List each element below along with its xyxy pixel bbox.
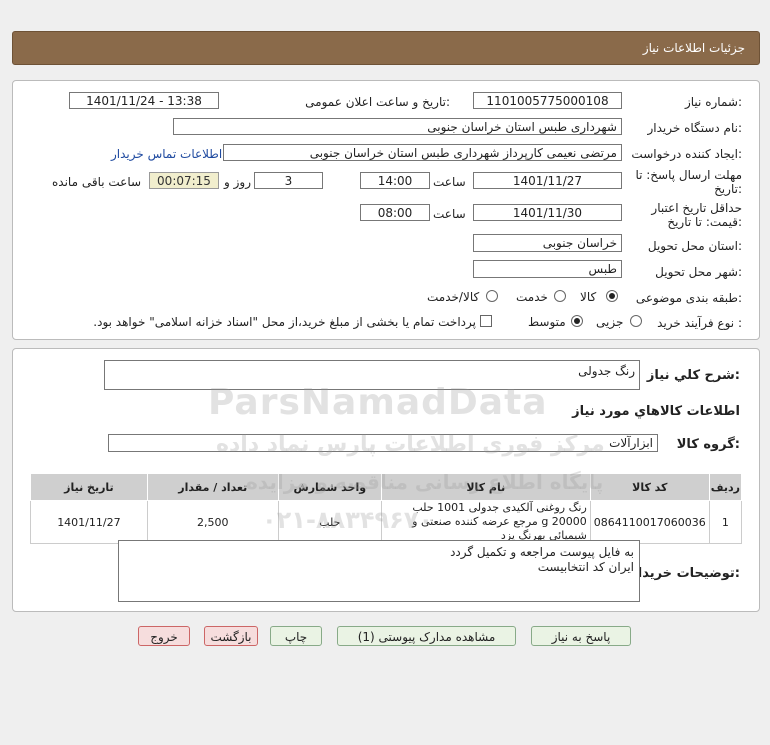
validity-label: حداقل تاریخ اعتبار xyxy=(651,201,742,215)
validity-label-2: قیمت: تا تاریخ: xyxy=(667,215,742,229)
need-number-label: شماره نیاز: xyxy=(684,95,742,109)
category-goods-service-radio[interactable] xyxy=(486,290,498,302)
col-name: نام کالا xyxy=(380,473,591,501)
col-code: کد کالا xyxy=(589,473,710,501)
process-label: نوع فرآیند خرید : xyxy=(657,316,742,330)
creator-field: مرتضی نعیمی کارپرداز شهرداری طبس استان خ… xyxy=(223,144,622,161)
reply-button[interactable]: پاسخ به نیاز xyxy=(531,626,631,646)
cell-name: رنگ روغنی آلکیدی جدولی 1001 حلب 20000 g … xyxy=(380,500,591,544)
deadline-date-field: 1401/11/27 xyxy=(473,172,622,189)
need-description-label: شرح کلي نياز: xyxy=(646,368,740,383)
deadline-time-label: ساعت xyxy=(433,175,466,189)
city-label: شهر محل تحویل: xyxy=(655,265,742,279)
goods-group-field: ابزارآلات xyxy=(108,434,658,452)
days-label: روز و xyxy=(224,175,251,189)
validity-time-field: 08:00 xyxy=(360,204,430,221)
province-field: خراسان جنوبی xyxy=(473,234,622,252)
col-row: ردیف xyxy=(708,473,743,501)
goods-table: ردیف کد کالا نام کالا واحد شمارش تعداد /… xyxy=(30,473,743,544)
province-label: استان محل تحویل: xyxy=(647,239,742,253)
process-medium-label: متوسط xyxy=(528,315,566,329)
col-unit: واحد شمارش xyxy=(277,473,382,501)
need-description-field: رنگ جدولی xyxy=(104,360,640,390)
category-goods-label: کالا xyxy=(580,290,597,304)
announce-field: 1401/11/24 - 13:38 xyxy=(69,92,219,109)
buyer-notes-line-1: به فایل پیوست مراجعه و تکمیل گردد xyxy=(450,545,634,559)
announce-label: تاریخ و ساعت اعلان عمومی: xyxy=(305,95,450,109)
creator-label: ایجاد کننده درخواست: xyxy=(631,147,742,161)
process-minor-label: جزیی xyxy=(596,315,624,329)
category-service-label: خدمت xyxy=(516,290,548,304)
remaining-time-label: ساعت باقی مانده xyxy=(52,175,142,189)
process-medium-radio[interactable] xyxy=(571,315,583,327)
buyer-org-field: شهرداری طبس استان خراسان جنوبی xyxy=(173,118,622,135)
buyer-notes-box: به فایل پیوست مراجعه و تکمیل گردد ایران … xyxy=(118,540,640,602)
days-field: 3 xyxy=(254,172,323,189)
process-minor-radio[interactable] xyxy=(630,315,642,327)
cell-unit: حلب xyxy=(277,500,382,544)
goods-group-label: گروه کالا: xyxy=(676,437,740,452)
page-header: جزئیات اطلاعات نیاز xyxy=(12,31,760,65)
cell-row: 1 xyxy=(708,500,743,544)
attachments-button[interactable]: مشاهده مدارک پیوستی (1) xyxy=(337,626,516,646)
remaining-time-field: 00:07:15 xyxy=(149,172,219,189)
col-date: تاریخ نیاز xyxy=(30,473,148,501)
buyer-org-label: نام دستگاه خریدار: xyxy=(647,121,743,135)
buyer-notes-label: توضیحات خریدار: xyxy=(630,566,740,581)
goods-info-title: اطلاعات کالاهاي مورد نياز xyxy=(572,404,740,419)
validity-date-field: 1401/11/30 xyxy=(473,204,622,221)
deadline-time-field: 14:00 xyxy=(360,172,430,189)
category-goods-radio[interactable] xyxy=(606,290,618,302)
validity-time-label: ساعت xyxy=(433,207,466,221)
treasury-payment-checkbox[interactable] xyxy=(480,315,492,327)
col-quantity: تعداد / مقدار xyxy=(146,473,279,501)
category-goods-service-label: کالا/خدمت xyxy=(427,290,480,304)
page-title: جزئیات اطلاعات نیاز xyxy=(642,41,745,55)
goods-table-header: ردیف کد کالا نام کالا واحد شمارش تعداد /… xyxy=(30,473,743,501)
print-button[interactable]: چاپ xyxy=(270,626,322,646)
deadline-label: مهلت ارسال پاسخ: تا xyxy=(635,168,742,182)
category-service-radio[interactable] xyxy=(554,290,566,302)
back-button[interactable]: بازگشت xyxy=(204,626,258,646)
buyer-notes-line-2: ایران کد انتخابیست xyxy=(537,560,634,574)
cell-code: 0864110017060036 xyxy=(589,500,710,544)
cell-date: 1401/11/27 xyxy=(30,500,148,544)
buyer-contact-link[interactable]: اطلاعات تماس خریدار xyxy=(111,147,222,161)
cell-quantity: 2,500 xyxy=(146,500,279,544)
deadline-label-2: تاریخ: xyxy=(714,182,742,196)
table-row: 1 0864110017060036 رنگ روغنی آلکیدی جدول… xyxy=(30,500,743,544)
exit-button[interactable]: خروج xyxy=(138,626,190,646)
category-label: طبقه بندی موضوعی: xyxy=(635,291,742,305)
city-field: طبس xyxy=(473,260,622,278)
treasury-payment-note: پرداخت تمام یا بخشی از مبلغ خرید،از محل … xyxy=(93,315,476,329)
need-number-field: 1101005775000108 xyxy=(473,92,622,109)
